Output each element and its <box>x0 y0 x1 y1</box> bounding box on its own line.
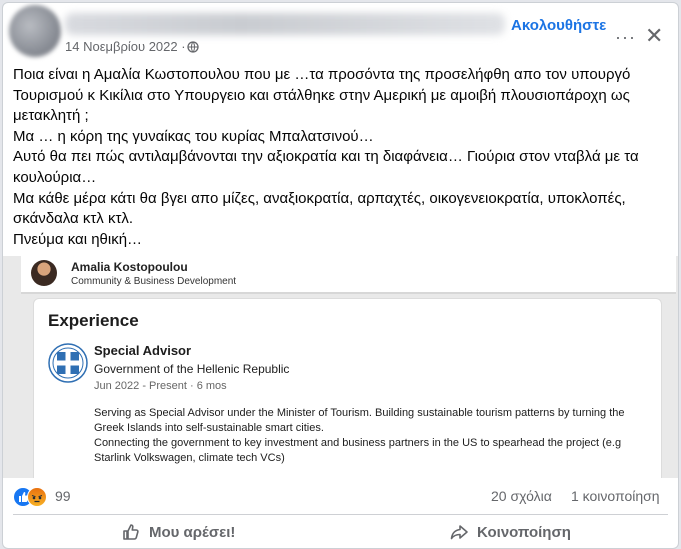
post-text-line: Πνεύμα και ηθική… <box>13 230 143 248</box>
experience-section: Experience Special Advisor Government of… <box>33 298 662 478</box>
job-description-line: Connecting the government to key investm… <box>94 437 622 449</box>
comments-count[interactable]: 20 σχόλια <box>491 488 552 504</box>
post-text-line: Μα κάθε μέρα κάτι θα βγει απο μίζες, ανα… <box>13 189 626 207</box>
angry-reaction-icon <box>27 487 47 507</box>
post-text-line: Αυτό θα πει πώς αντιλαμβάνονται την αξιο… <box>13 148 639 166</box>
job-organization: Government of the Hellenic Republic <box>94 362 290 376</box>
like-label: Μου αρέσει! <box>149 523 236 541</box>
profile-avatar <box>31 260 57 286</box>
author-avatar[interactable] <box>9 5 61 57</box>
job-description-line: Serving as Special Advisor under the Min… <box>94 407 625 419</box>
post-text-line: Ποια είναι η Αμαλία Κωστοπουλου που με …… <box>13 66 631 83</box>
post-text-line: Μα … η κόρη της γυναίκας του κυρίας Μπαλ… <box>13 127 374 145</box>
post-text-line: κουλούρια… <box>13 168 97 186</box>
post-card: 14 Νοεμβρίου 2022 · Ακολουθήστε ··· ✕ Πο… <box>2 2 679 549</box>
greek-government-emblem-icon <box>48 343 88 383</box>
experience-title: Experience <box>48 311 139 330</box>
profile-header: Amalia Kostopoulou Community & Business … <box>21 256 676 294</box>
profile-name: Amalia Kostopoulou <box>71 260 188 274</box>
globe-icon <box>187 41 199 53</box>
share-button[interactable]: Κοινοποίηση <box>449 517 571 547</box>
post-date[interactable]: 14 Νοεμβρίου 2022 · <box>65 39 186 54</box>
job-description-line: Greek Islands into self-sustainable smar… <box>94 422 324 434</box>
job-dates: Jun 2022 - Present · 6 mos <box>94 380 227 392</box>
thumbs-up-icon <box>123 524 139 540</box>
shares-count[interactable]: 1 κοινοποίηση <box>571 488 660 504</box>
job-description-line: Starlink Volkswagen, climate tech VCs) <box>94 452 285 464</box>
more-icon[interactable]: ··· <box>615 27 636 48</box>
post-text-line: μετακλητή ; <box>13 107 89 125</box>
attached-screenshot[interactable]: Amalia Kostopoulou Community & Business … <box>3 256 678 478</box>
post-text-line: Τουρισμού κ Κικίλια στο Υπουργειο και στ… <box>13 86 630 104</box>
divider <box>13 514 668 515</box>
post-body: Ποια είναι η Αμαλία Κωστοπουλου που με …… <box>13 65 663 250</box>
share-arrow-icon <box>450 525 468 540</box>
follow-button[interactable]: Ακολουθήστε <box>511 17 606 34</box>
share-label: Κοινοποίηση <box>477 523 571 541</box>
job-title: Special Advisor <box>94 343 192 358</box>
post-text-line: σκάνδαλα κτλ κτλ. <box>13 210 134 228</box>
reaction-count: 99 <box>55 488 71 504</box>
like-button[interactable]: Μου αρέσει! <box>121 517 235 547</box>
author-name-redacted <box>65 13 505 35</box>
post-header: 14 Νοεμβρίου 2022 · Ακολουθήστε ··· ✕ <box>3 3 678 59</box>
close-icon[interactable]: ✕ <box>645 23 663 49</box>
job-description: Serving as Special Advisor under the Min… <box>94 406 659 466</box>
profile-role: Community & Business Development <box>71 276 237 287</box>
